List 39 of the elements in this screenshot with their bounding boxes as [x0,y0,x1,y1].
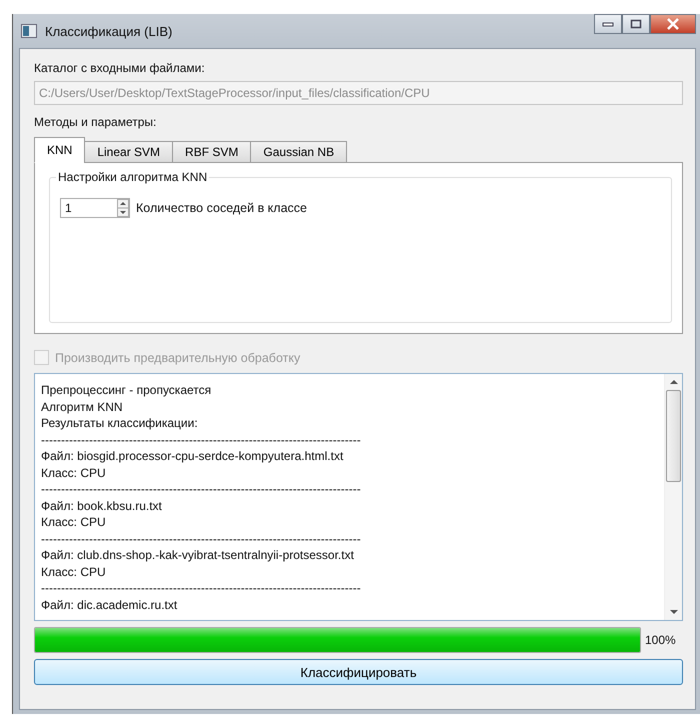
tab[interactable]: Gaussian NB [250,141,348,163]
log-line: -------------------------------------------------------------------------------- [41,432,362,448]
window-icon [21,24,37,38]
close-icon [666,18,680,30]
classify-button[interactable]: Классифицировать [34,659,683,685]
log-line: -------------------------------------------------------------------------------- [41,580,362,596]
log-line: -------------------------------------------------------------------------------- [41,481,362,498]
scroll-down-icon [668,608,678,616]
log-line: Файл: dic.academic.ru.txt [41,596,178,613]
log-line: -------------------------------------------------------------------------------- [41,530,362,547]
log-line: Класс: CPU [41,564,107,580]
scrollbar[interactable] [664,374,682,620]
tab[interactable]: KNN [34,137,86,163]
log-line: Файл: book.kbsu.ru.txt [41,498,163,514]
scroll-up-icon [668,378,678,386]
group-title: Настройки алгоритма KNN [56,170,210,184]
spinbox[interactable]: 1 [60,198,130,218]
log-line: Препроцессинг - пропускается [41,382,212,398]
maximize-button[interactable] [622,14,650,34]
spin-arrows-icon [117,199,129,217]
log-line: Алгоритм KNN [41,398,124,415]
close-button[interactable] [650,14,696,34]
section-label: Методы и параметры: [34,115,158,129]
log-line: Файл: biosgid.processor-cpu-serdce-kompyutera.html.txt [41,448,344,464]
maximize-icon [630,19,642,29]
tab[interactable]: Linear SVM [84,141,174,163]
log-line: Результаты классификации: [41,415,199,432]
minimize-button[interactable] [594,14,622,34]
window-title: Классификация (LIB) [45,24,172,38]
log-line: Класс: CPU [41,464,107,481]
field-label: Каталог с входными файлами: [34,61,206,75]
minimize-icon [602,21,614,27]
progress-percent: 100% [645,633,677,647]
tab[interactable]: RBF SVM [172,141,252,163]
scroll-thumb[interactable] [666,390,681,482]
spinbox-label: Количество соседей в классе [136,201,307,215]
log-line: Класс: CPU [41,514,107,530]
checkbox-label: Производить предварительную обработку [55,350,300,364]
log-line: Файл: club.dns-shop.-kak-vyibrat-tsentralnyii-protsessor.txt [41,547,355,564]
